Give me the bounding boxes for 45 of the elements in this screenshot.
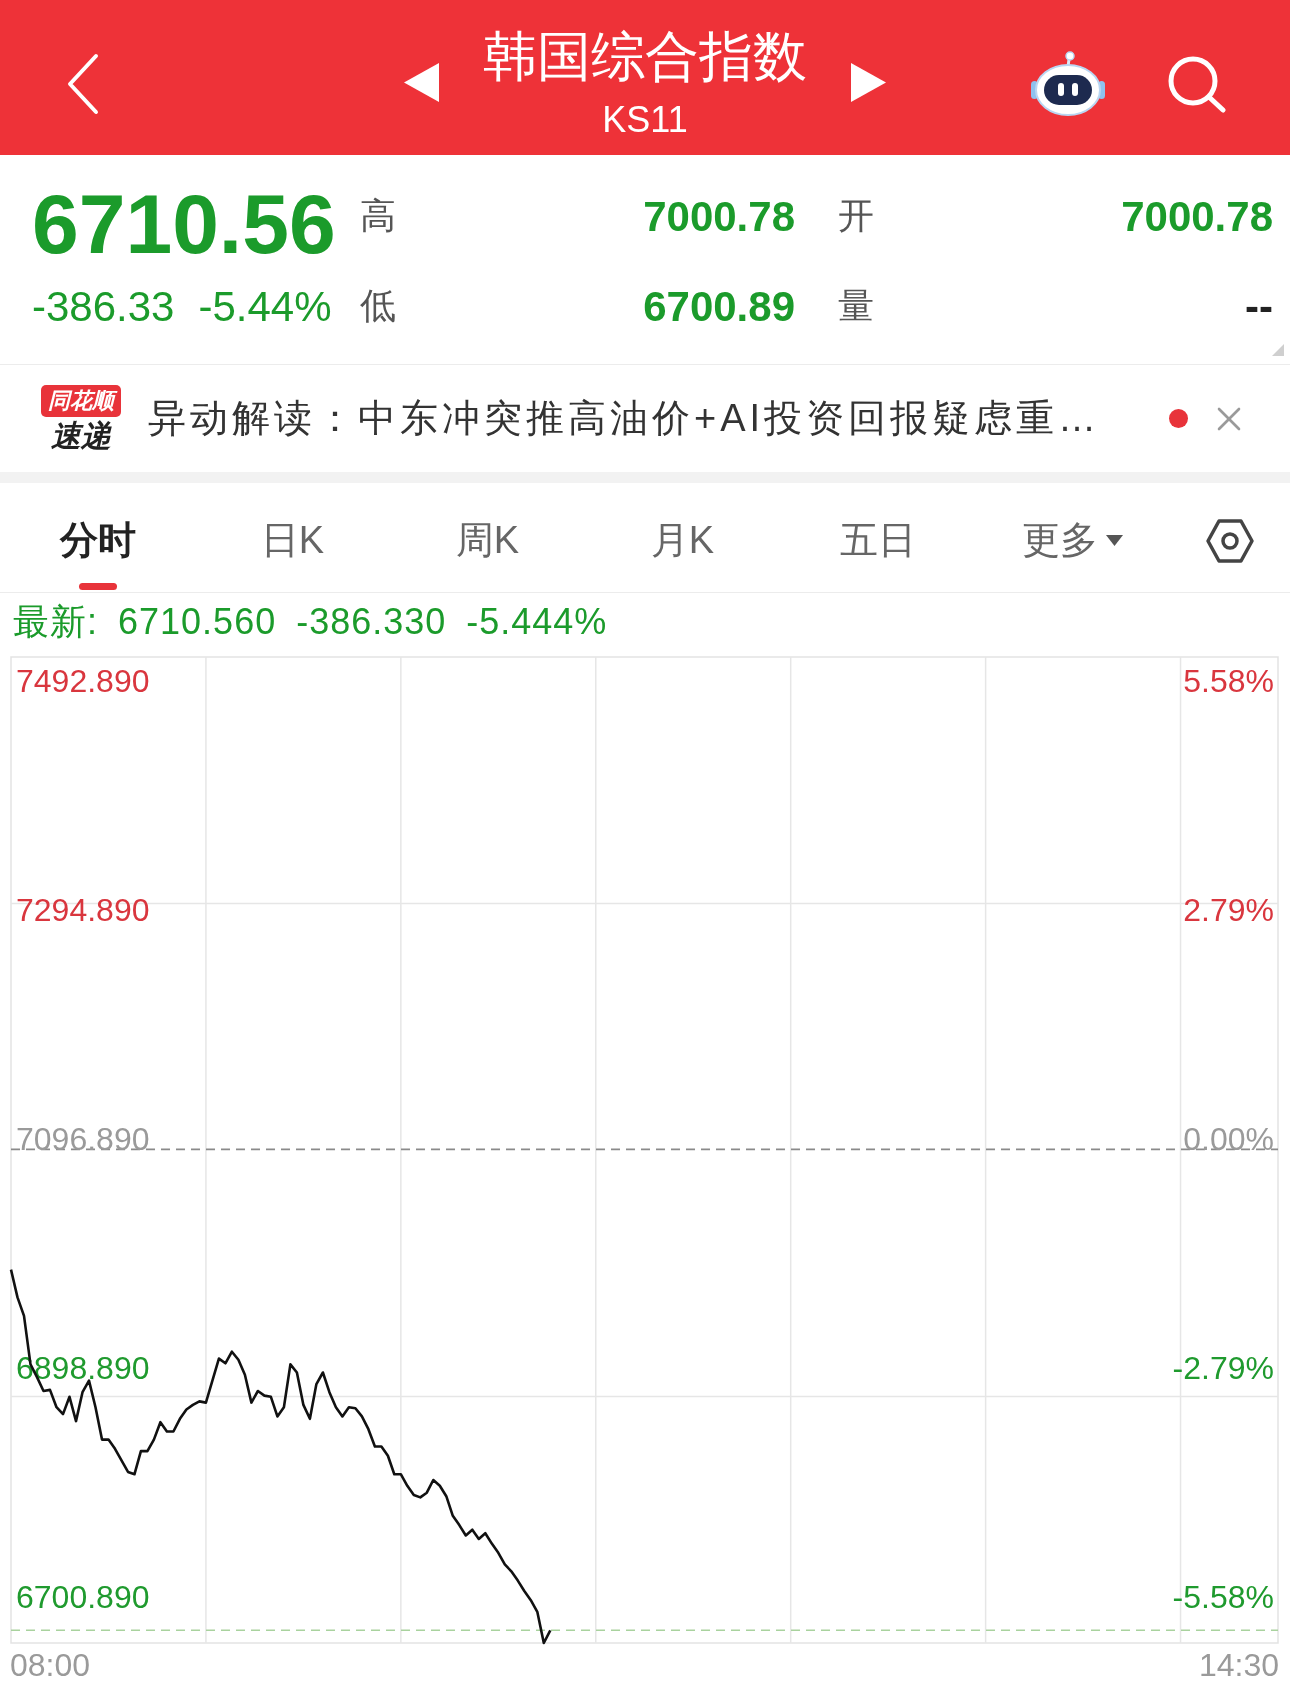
selected-tab-indicator (78, 583, 117, 590)
stat-value: 6700.89 (642, 281, 795, 332)
stat-label: 低 (360, 284, 397, 328)
settings-icon[interactable] (1205, 517, 1255, 564)
x-axis-label: 08:00 (9, 1647, 90, 1683)
stat-value: 7000.78 (642, 191, 795, 242)
percent-axis-label: -5.58% (1172, 1578, 1274, 1615)
news-headline[interactable]: 异动解读：中东冲突推高油价+AI投资回报疑虑重… (148, 390, 1101, 447)
y-axis-label: 7492.890 (16, 663, 150, 700)
chart-tab[interactable]: 周K (390, 483, 585, 592)
stat-label: 量 (837, 284, 875, 328)
right-triangle-icon[interactable] (851, 63, 886, 102)
percent-axis-label: 5.58% (1183, 663, 1274, 700)
logo-tag: 同花顺 (41, 384, 121, 418)
caret-icon (1106, 535, 1123, 546)
price-change: -386.33 (32, 281, 175, 332)
logo-caption: 速递 (51, 419, 111, 453)
stat-value: -- (1244, 281, 1273, 332)
stat-label: 开 (837, 194, 875, 238)
robot-icon[interactable] (1030, 50, 1106, 117)
chart-tab[interactable]: 分时 (0, 483, 195, 592)
back-icon[interactable] (66, 52, 100, 115)
close-icon[interactable] (1216, 405, 1242, 432)
page-title: 韩国综合指数 (483, 25, 807, 86)
chart-tab[interactable]: 月K (585, 483, 780, 592)
chart-tab[interactable]: 更多 (975, 483, 1170, 592)
left-triangle-icon[interactable] (404, 63, 439, 102)
chart-tab[interactable]: 五日 (780, 483, 975, 592)
percent-axis-label: -2.79% (1172, 1350, 1274, 1386)
stat-value: 7000.78 (1120, 191, 1273, 242)
y-axis-label: 7096.890 (16, 1121, 150, 1158)
percent-change: -5.44% (198, 281, 332, 332)
latest-change: -386.330 (296, 599, 447, 644)
latest-label: 最新: (13, 599, 98, 644)
y-axis-label: 6700.890 (16, 1578, 150, 1615)
x-axis-label: 14:30 (1199, 1647, 1280, 1683)
percent-axis-label: 2.79% (1183, 892, 1274, 929)
last-price: 6710.56 (32, 182, 337, 266)
percent-axis-label: 0.00% (1183, 1121, 1274, 1158)
y-axis-label: 7294.890 (16, 892, 150, 929)
chart-tab[interactable]: 日K (195, 483, 390, 592)
latest-percent: -5.444% (466, 599, 608, 644)
stat-label: 高 (360, 194, 397, 238)
latest-price: 6710.560 (118, 599, 277, 644)
index-code: KS11 (602, 99, 688, 140)
